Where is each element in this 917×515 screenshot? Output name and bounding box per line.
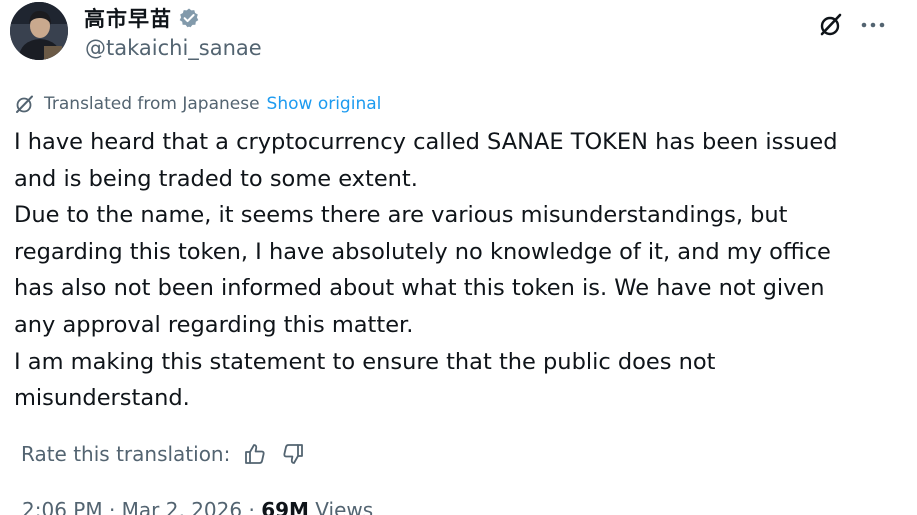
- display-name[interactable]: 高市早苗: [84, 3, 172, 33]
- more-horizontal-icon[interactable]: [858, 10, 888, 40]
- display-name-row: 高市早苗: [84, 3, 200, 33]
- views-count[interactable]: 69M: [261, 498, 309, 515]
- post-paragraph-1: I have heard that a cryptocurrency calle…: [14, 129, 838, 192]
- grok-slash-circle-icon[interactable]: [816, 10, 846, 40]
- post-paragraph-2: Due to the name, it seems there are vari…: [14, 202, 831, 338]
- author-handle[interactable]: @takaichi_sanae: [85, 36, 262, 60]
- avatar-photo: [10, 2, 68, 60]
- translated-from-label: Translated from Japanese: [44, 94, 260, 114]
- meta-separator: ·: [102, 498, 122, 515]
- meta-separator: ·: [242, 498, 262, 515]
- views-label: Views: [308, 498, 374, 515]
- post-paragraph-3: I am making this statement to ensure tha…: [14, 348, 716, 412]
- avatar[interactable]: [10, 2, 68, 60]
- verified-badge-icon[interactable]: [178, 7, 200, 29]
- post: 高市早苗 @takaichi_sanae Translated from Jap…: [0, 0, 917, 515]
- translation-notice: Translated from Japanese Show original: [14, 91, 381, 117]
- rate-translation-row: Rate this translation:: [21, 437, 306, 471]
- post-date[interactable]: Mar 2, 2026: [122, 498, 242, 515]
- translate-icon: [14, 93, 36, 115]
- post-time[interactable]: 2:06 PM: [22, 498, 103, 515]
- post-meta: 2:06 PM · Mar 2, 2026 · 69M Views: [22, 498, 373, 515]
- thumbs-up-icon[interactable]: [242, 441, 268, 467]
- show-original-link[interactable]: Show original: [267, 94, 382, 114]
- thumbs-down-icon[interactable]: [280, 441, 306, 467]
- rate-translation-label: Rate this translation:: [21, 442, 231, 466]
- post-body: I have heard that a cryptocurrency calle…: [14, 124, 909, 417]
